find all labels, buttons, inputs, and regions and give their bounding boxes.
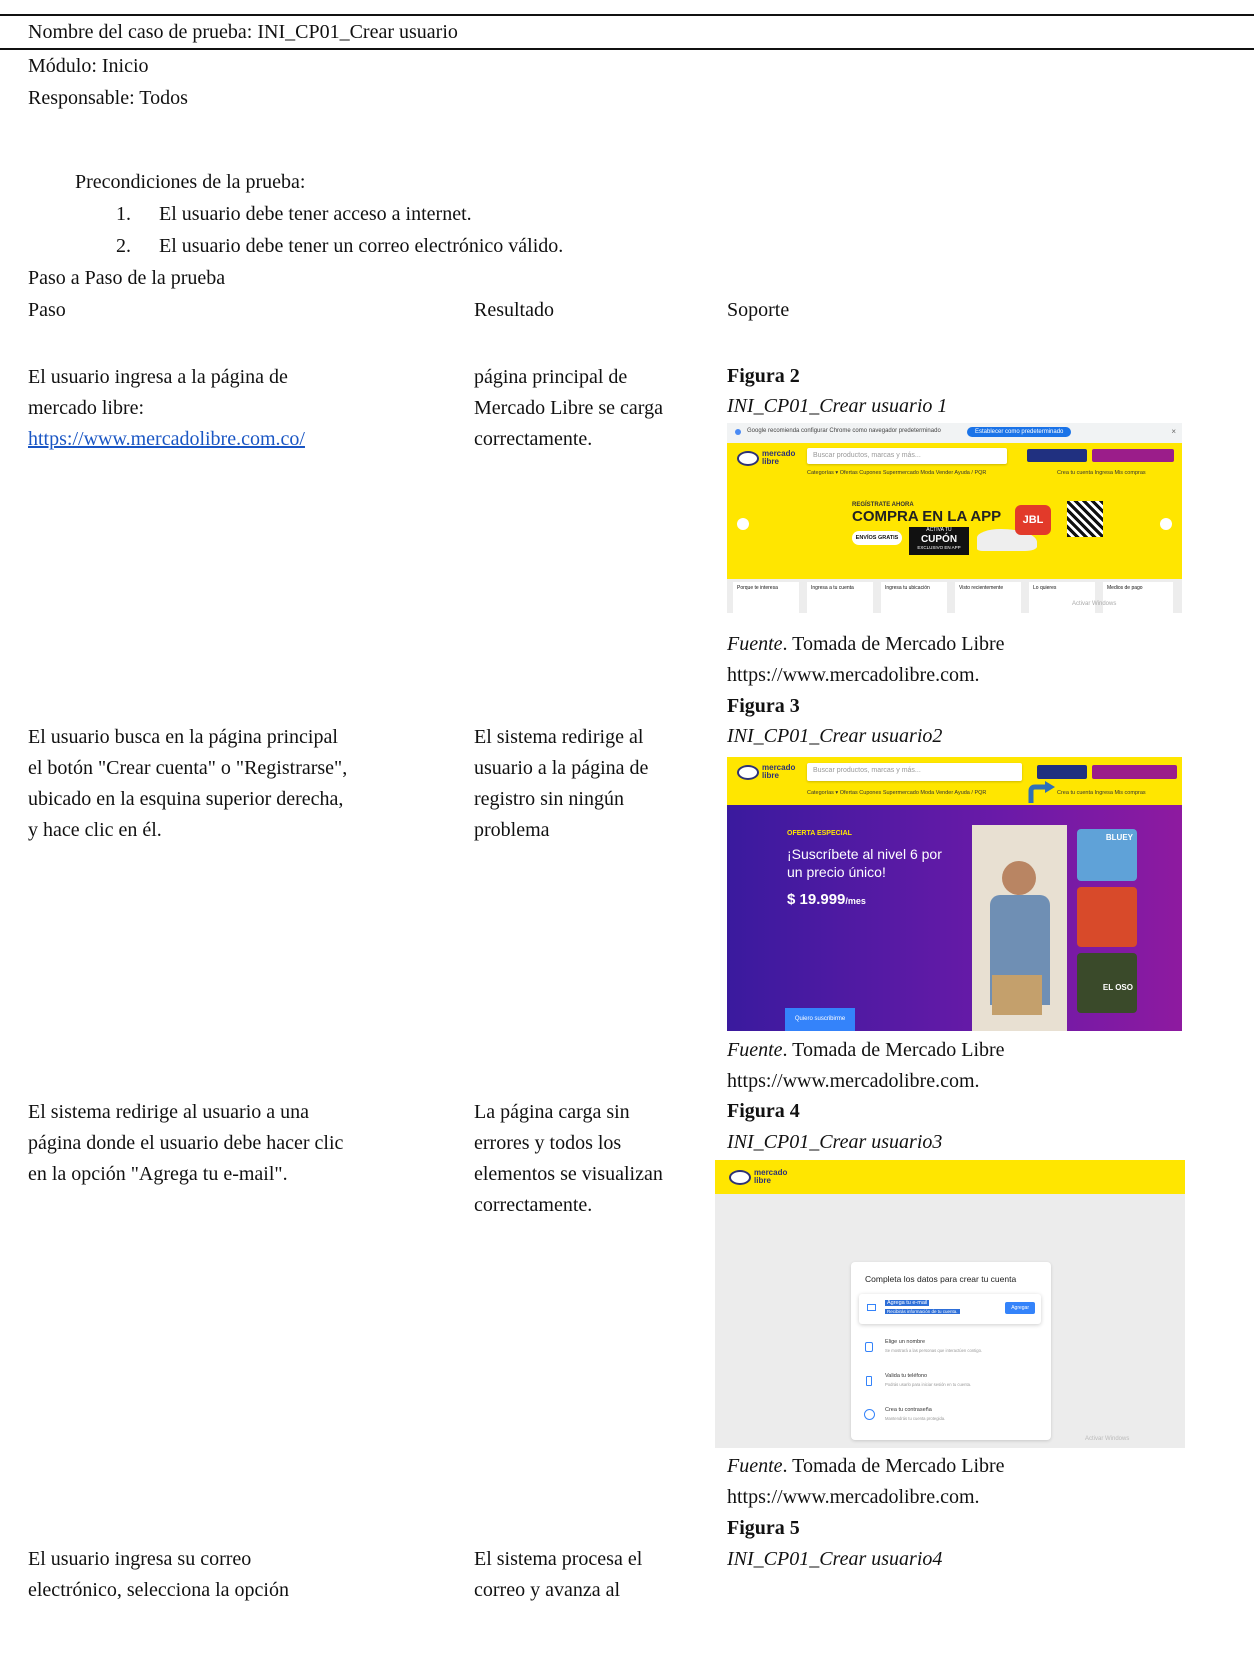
preconditions-title: Precondiciones de la prueba: xyxy=(75,171,306,193)
precondition-text: El usuario debe tener un correo electrón… xyxy=(159,235,564,257)
cards-strip: Porque te interesa Ingresa a tu cuenta I… xyxy=(727,579,1182,613)
envelope-icon xyxy=(867,1304,876,1311)
carousel-next-icon[interactable] xyxy=(1160,518,1172,530)
precondition-number: 1. xyxy=(116,203,131,225)
subscription-promo xyxy=(1092,449,1174,462)
figure-2-screenshot: Google recomienda configurar Chrome como… xyxy=(727,423,1182,613)
chrome-notice-bar: Google recomienda configurar Chrome como… xyxy=(727,423,1182,443)
promo-title: COMPRA EN LA APP xyxy=(852,508,1002,525)
figure-source: Fuente. Tomada de Mercado Libre xyxy=(727,1039,1005,1061)
figure-caption: INI_CP01_Crear usuario3 xyxy=(727,1131,943,1153)
lock-icon xyxy=(864,1409,875,1420)
yellow-header: mercado libre xyxy=(715,1160,1185,1194)
offer-tag: OFERTA ESPECIAL xyxy=(787,830,852,837)
result-text: La página carga sin errores y todos los … xyxy=(474,1101,663,1216)
column-header-support: Soporte xyxy=(727,299,790,321)
result-text: El sistema procesa el correo y avanza al xyxy=(474,1548,643,1601)
coupon-badge: ACTIVA TU CUPÓN EXCLUSIVO EN APP xyxy=(909,527,969,555)
search-input[interactable]: Buscar productos, marcas y más... xyxy=(807,448,1007,464)
figure-label: Figura 5 xyxy=(727,1517,800,1539)
figure-source: Fuente. Tomada de Mercado Libre xyxy=(727,1455,1005,1477)
column-header-step: Paso xyxy=(28,299,66,321)
top-rule xyxy=(0,14,1254,16)
module-label: Módulo: Inicio xyxy=(28,55,149,77)
figure-caption: INI_CP01_Crear usuario 1 xyxy=(727,395,948,417)
subscription-promo xyxy=(1092,765,1177,779)
figure-source-url: https://www.mercadolibre.com. xyxy=(727,664,980,686)
promo-banner: OFERTA ESPECIAL ¡Suscríbete al nivel 6 p… xyxy=(727,805,1182,1031)
signup-step-phone: Valida tu teléfono Podrás usarlo para in… xyxy=(859,1370,1041,1394)
signup-step-password: Crea tu contraseña Mantendrás tu cuenta … xyxy=(859,1404,1041,1428)
steps-title: Paso a Paso de la prueba xyxy=(28,267,226,289)
signup-step-email[interactable]: Agrega tu e-mail Recibirás información d… xyxy=(859,1294,1041,1324)
result-text: página principal de Mercado Libre se car… xyxy=(474,366,663,450)
close-icon[interactable]: × xyxy=(1171,427,1176,436)
document-page: Nombre del caso de prueba: INI_CP01_Crea… xyxy=(0,0,1254,1666)
step-text: El usuario busca en la página principal … xyxy=(28,726,348,841)
show-tile xyxy=(1077,887,1137,947)
nav-menu[interactable]: Categorías ▾ Ofertas Cupones Supermercad… xyxy=(807,470,986,476)
step-text: El sistema redirige al usuario a una pág… xyxy=(28,1101,344,1185)
qr-code xyxy=(1067,501,1103,537)
column-header-result: Resultado xyxy=(474,299,554,321)
test-case-name: Nombre del caso de prueba: INI_CP01_Crea… xyxy=(28,21,458,43)
headline: ¡Suscríbete al nivel 6 por xyxy=(787,846,942,862)
precondition-text: El usuario debe tener acceso a internet. xyxy=(159,203,472,225)
watermark: Activar Windows xyxy=(1085,1436,1130,1442)
figure-source: Fuente. Tomada de Mercado Libre xyxy=(727,633,1005,655)
signup-step-name: Elige un nombre Se mostrará a las person… xyxy=(859,1336,1041,1360)
arrow-pointer-icon xyxy=(1028,781,1055,803)
result-text: El sistema redirige al usuario a la pági… xyxy=(474,726,649,841)
disney-promo xyxy=(1027,449,1087,462)
carousel-prev-icon[interactable] xyxy=(737,518,749,530)
price: $ 19.999/mes xyxy=(787,891,866,908)
account-links[interactable]: Crea tu cuenta Ingresa Mis compras xyxy=(1057,790,1146,796)
figure-label: Figura 3 xyxy=(727,695,800,717)
phone-icon xyxy=(866,1376,872,1386)
step-text: El usuario ingresa su correo electrónico… xyxy=(28,1548,289,1601)
figure-label: Figura 2 xyxy=(727,365,800,387)
person-photo xyxy=(972,825,1067,1031)
headline: un precio único! xyxy=(787,864,886,880)
free-shipping-badge: ENVÍOS GRATIS xyxy=(852,531,902,545)
id-card-icon xyxy=(865,1342,873,1352)
figure-caption: INI_CP01_Crear usuario2 xyxy=(727,725,943,747)
account-links[interactable]: Crea tu cuenta Ingresa Mis compras xyxy=(1057,470,1146,476)
owner-label: Responsable: Todos xyxy=(28,87,188,109)
mercadolibre-logo-icon: mercado libre xyxy=(737,764,795,780)
figure-label: Figura 4 xyxy=(727,1100,800,1122)
set-default-button[interactable]: Establecer como predeterminado xyxy=(967,427,1072,437)
subscribe-button[interactable]: Quiero suscribirme xyxy=(785,1008,855,1031)
header-rule xyxy=(0,48,1254,50)
chrome-notice-text: Google recomienda configurar Chrome como… xyxy=(747,428,941,434)
speaker-image: JBL xyxy=(1015,505,1051,535)
add-email-button[interactable]: Agregar xyxy=(1005,1302,1035,1314)
mercadolibre-logo-icon: mercado libre xyxy=(737,450,795,466)
show-tile: BLUEY xyxy=(1077,829,1137,881)
yellow-header: mercado libre Buscar productos, marcas y … xyxy=(727,443,1182,613)
signup-card: Completa los datos para crear tu cuenta … xyxy=(851,1262,1051,1440)
mercadolibre-link[interactable]: https://www.mercadolibre.com.co/ xyxy=(28,424,305,455)
search-input[interactable]: Buscar productos, marcas y más... xyxy=(807,763,1022,781)
chrome-icon xyxy=(735,429,741,435)
signup-card-title: Completa los datos para crear tu cuenta xyxy=(865,1274,1017,1284)
figure-caption: INI_CP01_Crear usuario4 xyxy=(727,1548,943,1570)
mercadolibre-logo-icon: mercado libre xyxy=(729,1169,787,1185)
figure-3-screenshot: mercado libre Buscar productos, marcas y … xyxy=(727,757,1182,1031)
figure-4-screenshot: mercado libre Completa los datos para cre… xyxy=(715,1160,1185,1448)
disney-promo xyxy=(1037,765,1087,779)
figure-source-url: https://www.mercadolibre.com. xyxy=(727,1486,980,1508)
nav-menu[interactable]: Categorías ▾ Ofertas Cupones Supermercad… xyxy=(807,790,986,796)
show-tile: EL OSO xyxy=(1077,953,1137,1013)
step-text: El usuario ingresa a la página de mercad… xyxy=(28,362,305,455)
precondition-number: 2. xyxy=(116,235,131,257)
figure-source-url: https://www.mercadolibre.com. xyxy=(727,1070,980,1092)
